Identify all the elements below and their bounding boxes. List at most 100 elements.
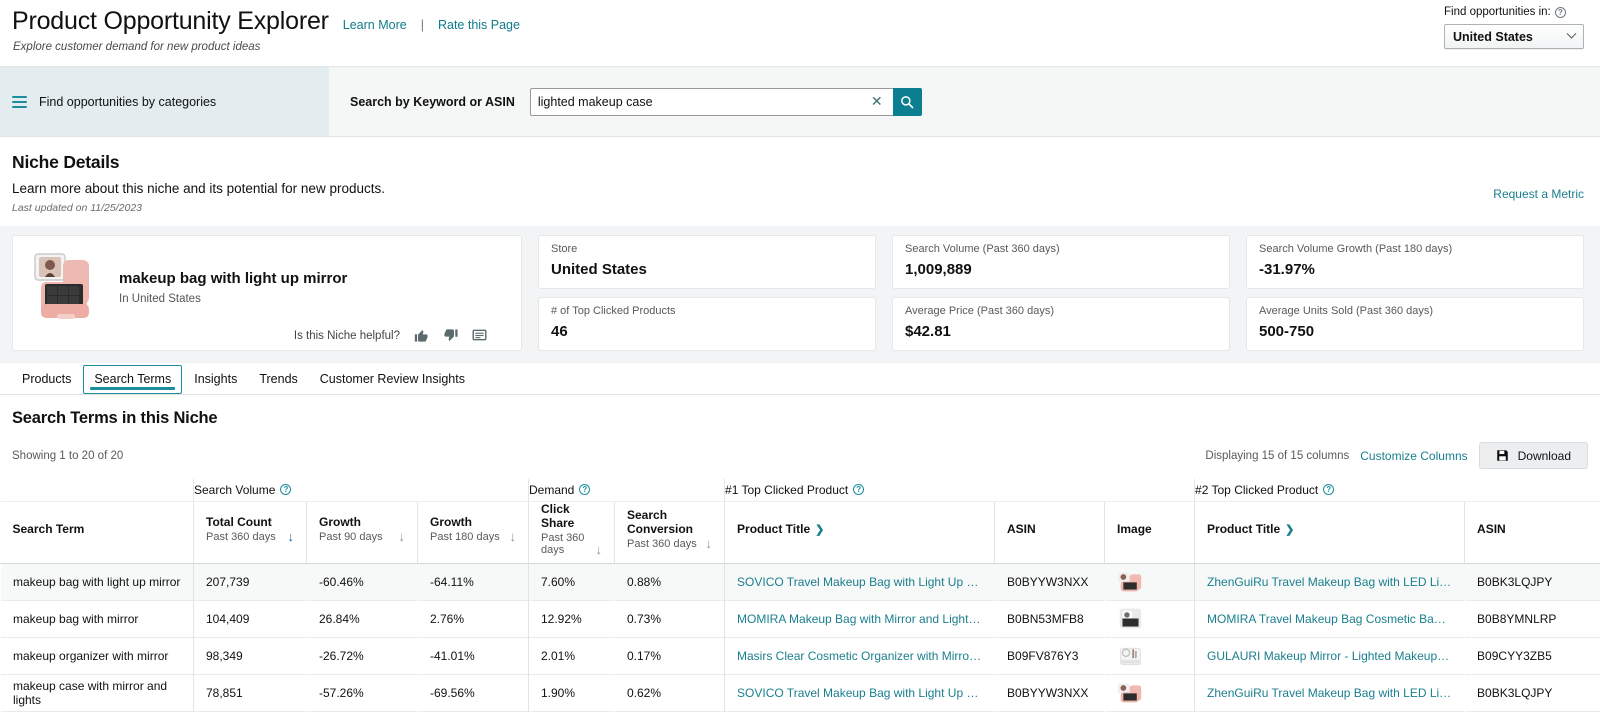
niche-details-description: Learn more about this niche and its pote… xyxy=(12,181,385,196)
help-icon[interactable]: ? xyxy=(280,484,292,496)
tab-products[interactable]: Products xyxy=(12,366,81,394)
cell-search-conversion: 0.62% xyxy=(627,685,662,700)
product-link[interactable]: Masirs Clear Cosmetic Organizer with Mir… xyxy=(737,649,982,663)
download-button[interactable]: Download xyxy=(1478,442,1588,469)
col-image-1[interactable]: Image xyxy=(1104,501,1195,564)
metric-value: -31.97% xyxy=(1259,261,1315,278)
metric-card-top-clicked-products: # of Top Clicked Products 46 xyxy=(538,297,876,351)
col-growth-90[interactable]: Growth Past 90 days ↓ xyxy=(306,501,418,564)
search-area: Search by Keyword or ASIN ✕ xyxy=(329,67,1600,136)
sort-desc-icon[interactable]: ↓ xyxy=(510,530,517,543)
title-row: Product Opportunity Explorer Learn More … xyxy=(12,6,1584,36)
table-row[interactable]: makeup bag with light up mirror 207,739 … xyxy=(0,563,1600,600)
product-link[interactable]: SOVICO Travel Makeup Bag with Light Up M… xyxy=(737,686,982,700)
table-header-row: Search Term Total Count Past 360 days ↓ … xyxy=(0,501,1600,564)
col-search-term[interactable]: Search Term xyxy=(0,501,194,564)
col-label: Product Title xyxy=(737,521,811,536)
col-label: ASIN xyxy=(1007,521,1036,536)
group-label: Demand xyxy=(529,482,575,497)
page-title: Product Opportunity Explorer xyxy=(12,7,329,35)
cell-search-term: makeup bag with light up mirror xyxy=(13,574,181,589)
cell-total-count: 98,349 xyxy=(193,637,307,674)
tab-customer-review-insights[interactable]: Customer Review Insights xyxy=(310,366,475,394)
help-icon[interactable]: ? xyxy=(853,484,865,496)
product-link[interactable]: GULAURI Makeup Mirror - Lighted Makeup M… xyxy=(1207,649,1452,663)
thumbs-down-icon[interactable] xyxy=(443,328,458,343)
col-sublabel: Past 90 days xyxy=(319,530,383,543)
categories-nav[interactable]: Find opportunities by categories xyxy=(0,67,329,136)
group-demand: Demand? xyxy=(527,479,725,502)
displaying-columns-text: Displaying 15 of 15 columns xyxy=(1205,449,1350,462)
cell-search-conversion: 0.88% xyxy=(627,574,662,589)
group-top-2-clicked-product: #2 Top Clicked Product? xyxy=(1194,479,1600,502)
product-link[interactable]: MOMIRA Travel Makeup Bag Cosmetic Bag Ma… xyxy=(1207,612,1452,626)
cell-image-1 xyxy=(1105,600,1195,637)
cell-growth-90: -57.26% xyxy=(319,685,364,700)
sort-desc-icon[interactable]: ↓ xyxy=(596,543,603,556)
cell-product-title-1: SOVICO Travel Makeup Bag with Light Up M… xyxy=(724,674,995,711)
cell-growth-180: -64.11% xyxy=(430,574,474,589)
sort-desc-icon[interactable]: ↓ xyxy=(399,530,406,543)
cell-product-title-2: GULAURI Makeup Mirror - Lighted Makeup M… xyxy=(1194,637,1465,674)
col-asin-2[interactable]: ASIN xyxy=(1464,501,1600,564)
niche-summary-text: makeup bag with light up mirror In Unite… xyxy=(119,270,347,305)
sort-desc-icon[interactable]: ↓ xyxy=(706,537,713,550)
comment-icon[interactable] xyxy=(472,328,487,343)
help-icon[interactable]: ? xyxy=(1554,6,1566,18)
rate-this-page-link[interactable]: Rate this Page xyxy=(438,18,520,32)
chevron-down-icon xyxy=(1566,28,1577,39)
cell-growth-90: 26.84% xyxy=(319,611,360,626)
product-link[interactable]: ZhenGuiRu Travel Makeup Bag with LED Lig… xyxy=(1207,575,1452,589)
learn-more-link[interactable]: Learn More xyxy=(343,18,407,32)
request-a-metric-link[interactable]: Request a Metric xyxy=(1493,187,1584,201)
col-click-share[interactable]: Click Share Past 360 days ↓ xyxy=(528,501,615,564)
col-search-conversion[interactable]: Search Conversion Past 360 days ↓ xyxy=(613,501,725,564)
last-updated-text: Last updated on 11/25/2023 xyxy=(12,202,143,214)
col-label: Growth xyxy=(319,514,361,529)
col-product-title-2[interactable]: Product Title ❯ xyxy=(1194,501,1465,564)
chevron-right-icon: ❯ xyxy=(1285,523,1295,536)
group-label: #2 Top Clicked Product xyxy=(1195,482,1319,497)
cell-product-title-2: ZhenGuiRu Travel Makeup Bag with LED Lig… xyxy=(1194,674,1465,711)
metric-value: 1,009,889 xyxy=(905,261,972,278)
save-disk-icon xyxy=(1496,450,1508,461)
download-label: Download xyxy=(1517,448,1571,463)
col-growth-180[interactable]: Growth Past 180 days ↓ xyxy=(417,501,529,564)
cell-image-1 xyxy=(1105,637,1195,674)
thumbs-up-icon[interactable] xyxy=(414,328,429,343)
help-icon[interactable]: ? xyxy=(1323,484,1335,496)
table-row[interactable]: makeup case with mirror and lights 78,85… xyxy=(0,674,1600,711)
cell-click-share: 12.92% xyxy=(528,600,615,637)
metric-label: Average Price (Past 360 days) xyxy=(905,305,1054,317)
tab-trends[interactable]: Trends xyxy=(249,366,307,394)
tab-search-terms[interactable]: Search Terms xyxy=(83,365,183,394)
col-total-count[interactable]: Total Count Past 360 days ↓ xyxy=(193,501,307,564)
product-link[interactable]: ZhenGuiRu Travel Makeup Bag with LED Lig… xyxy=(1207,686,1452,700)
cell-asin-1: B09FV876Y3 xyxy=(1007,648,1079,663)
tab-insights[interactable]: Insights xyxy=(184,366,247,394)
cell-asin-2: B0B8YMNLRP xyxy=(1477,611,1557,626)
table-head: Search Volume? Demand? #1 Top Clicked Pr… xyxy=(0,479,1600,564)
sort-desc-icon[interactable]: ↓ xyxy=(288,530,295,543)
product-link[interactable]: SOVICO Travel Makeup Bag with Light Up M… xyxy=(737,575,982,589)
niche-name: makeup bag with light up mirror xyxy=(119,269,348,287)
product-link[interactable]: MOMIRA Makeup Bag with Mirror and Light … xyxy=(737,612,982,626)
search-band: Find opportunities by categories Search … xyxy=(0,66,1600,137)
table-row[interactable]: makeup organizer with mirror 98,349 -26.… xyxy=(0,637,1600,674)
cell-search-conversion: 0.17% xyxy=(627,648,662,663)
search-submit-button[interactable] xyxy=(892,87,922,116)
customize-columns-link[interactable]: Customize Columns xyxy=(1360,449,1467,463)
col-asin-1[interactable]: ASIN xyxy=(994,501,1105,564)
col-label: Search xyxy=(627,507,668,522)
cell-product-title-2: MOMIRA Travel Makeup Bag Cosmetic Bag Ma… xyxy=(1194,600,1465,637)
cell-asin-1: B0BYYW3NXX xyxy=(1007,574,1089,589)
cell-asin-2: B09CYY3ZB5 xyxy=(1477,648,1552,663)
table-body: makeup bag with light up mirror 207,739 … xyxy=(0,563,1600,711)
locale-select[interactable]: United States xyxy=(1444,24,1584,49)
group-top-1-clicked-product: #1 Top Clicked Product? xyxy=(724,479,1195,502)
table-row[interactable]: makeup bag with mirror 104,409 26.84% 2.… xyxy=(0,600,1600,637)
col-product-title-1[interactable]: Product Title ❯ xyxy=(724,501,995,564)
search-input[interactable] xyxy=(529,87,893,116)
help-icon[interactable]: ? xyxy=(579,484,591,496)
helpful-label: Is this Niche helpful? xyxy=(293,329,400,342)
